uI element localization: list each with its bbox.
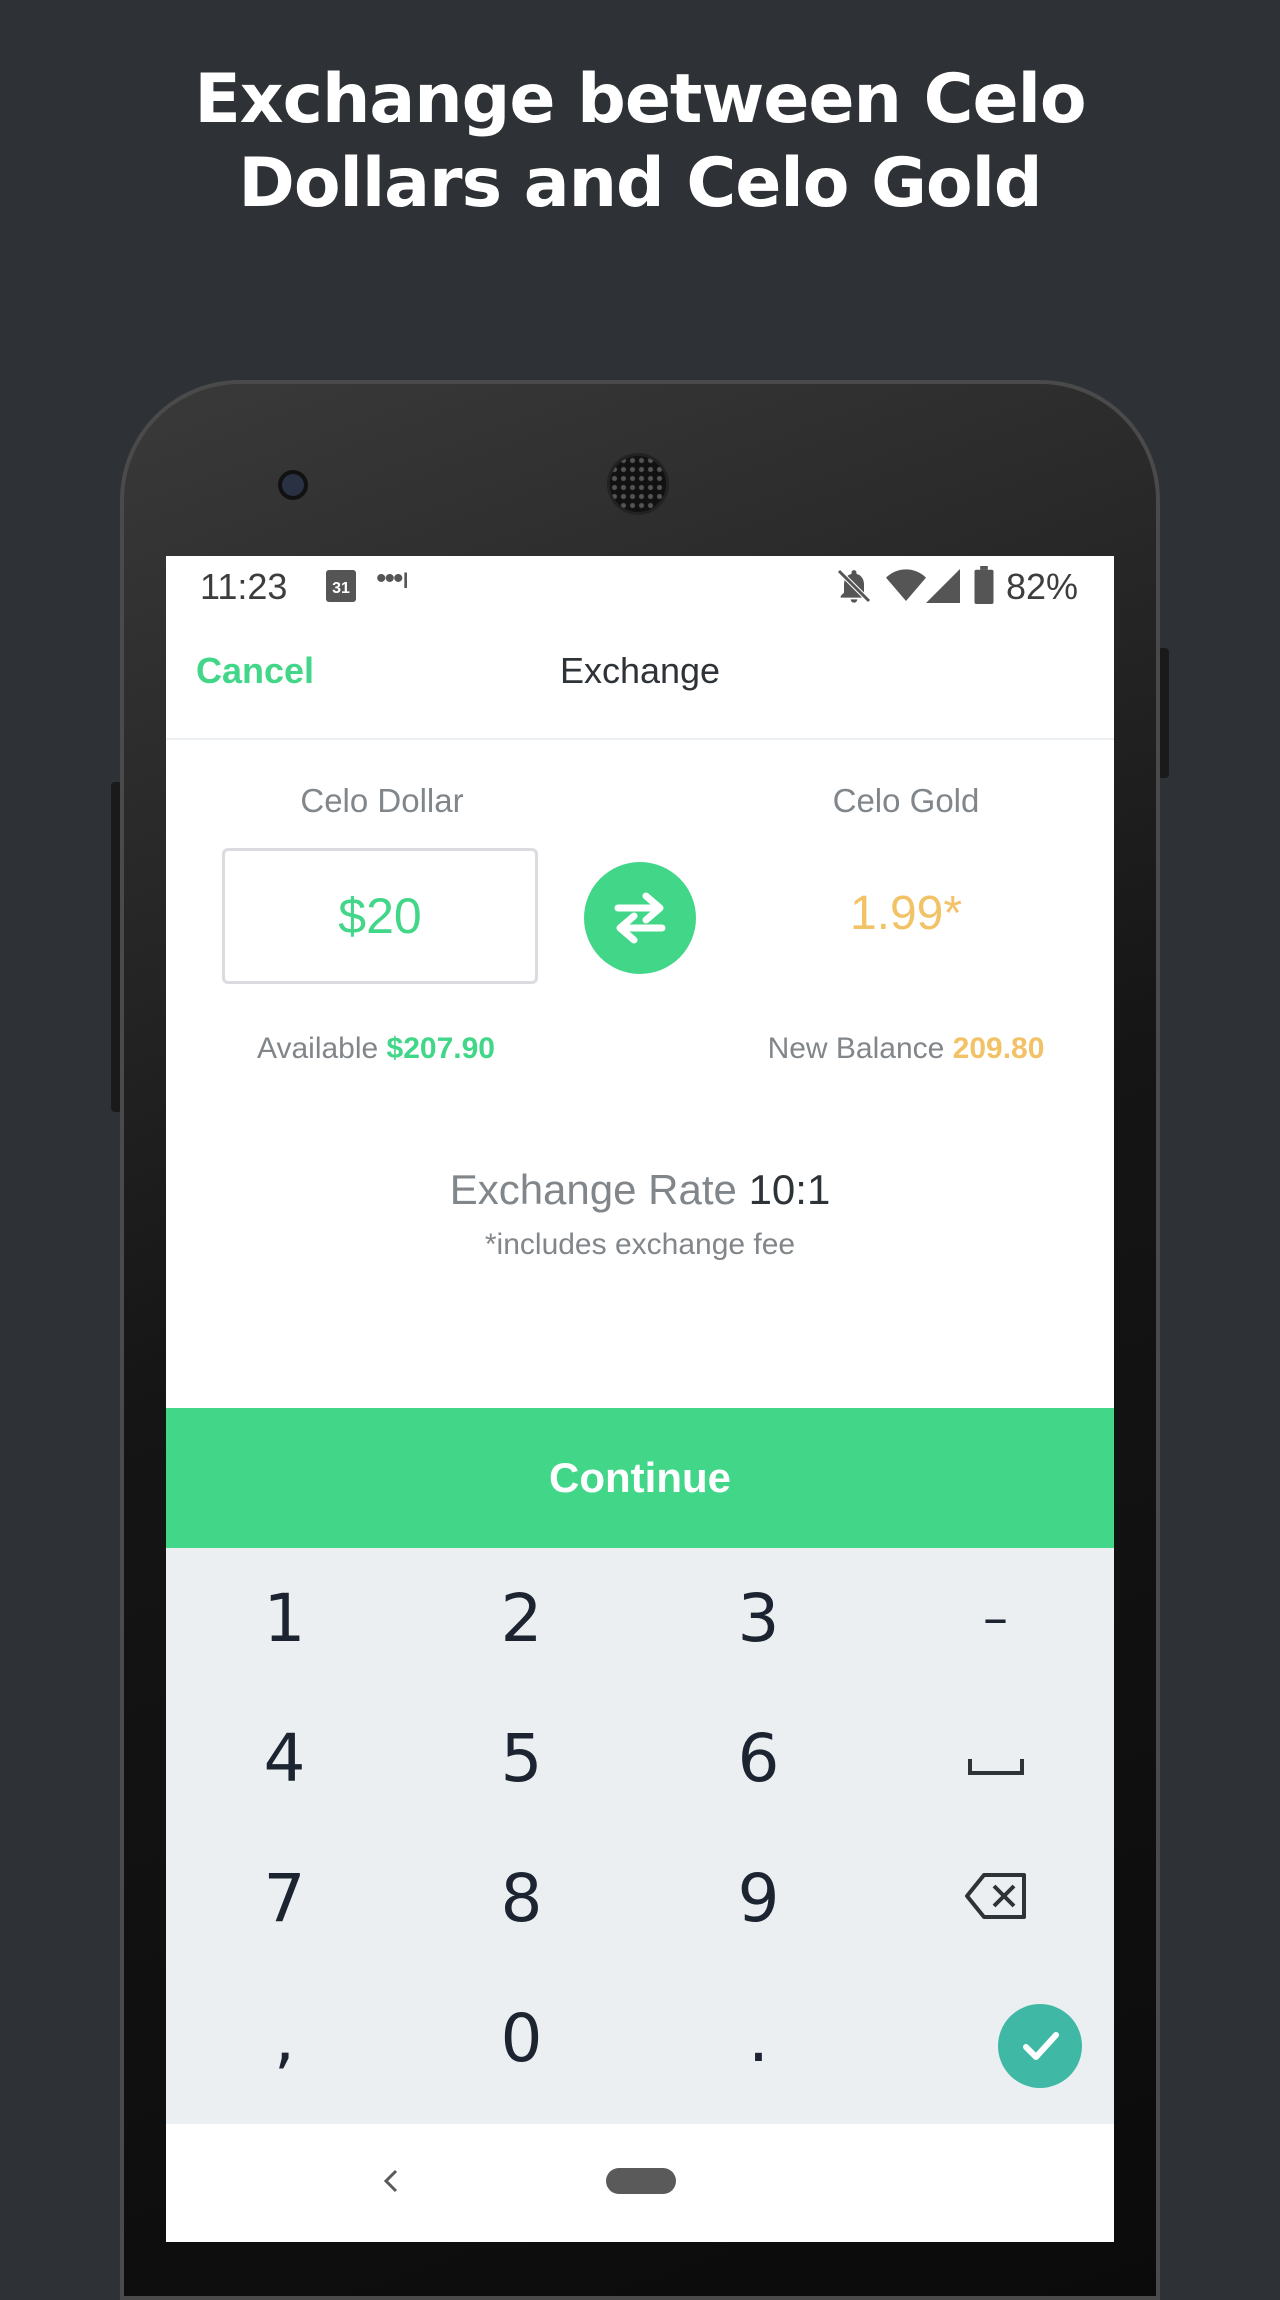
exchange-rate-label: Exchange Rate bbox=[449, 1166, 737, 1213]
swap-arrows-icon bbox=[614, 892, 666, 944]
from-currency-label: Celo Dollar bbox=[300, 782, 464, 819]
space-icon bbox=[967, 1758, 1024, 1775]
wifi-icon bbox=[886, 569, 926, 601]
more-dots-icon: •••ı bbox=[376, 562, 410, 595]
new-balance: New Balance 209.80 bbox=[726, 1032, 1086, 1066]
exchange-rate-value: 10:1 bbox=[748, 1166, 831, 1213]
key-2[interactable]: 2 bbox=[403, 1548, 640, 1688]
calendar-icon: 31 bbox=[326, 570, 356, 602]
available-label: Available bbox=[257, 1032, 379, 1065]
amount-input[interactable]: $20 bbox=[222, 848, 538, 984]
headline: Exchange between Celo Dollars and Celo G… bbox=[0, 58, 1280, 226]
signal-icon bbox=[926, 569, 960, 603]
key-4[interactable]: 4 bbox=[166, 1688, 403, 1828]
key-backspace[interactable] bbox=[877, 1828, 1114, 1968]
front-camera bbox=[282, 474, 304, 496]
swap-currencies-button[interactable] bbox=[584, 862, 696, 974]
phone-power-button bbox=[1159, 648, 1169, 778]
back-nav-button[interactable] bbox=[362, 2152, 422, 2212]
battery-percentage: 82% bbox=[1006, 566, 1079, 607]
top-bar: Exchange Cancel bbox=[166, 616, 1114, 740]
system-navigation-bar bbox=[166, 2124, 1114, 2242]
status-bar: 11:23 31 •••ı 82% bbox=[166, 556, 1114, 616]
key-1[interactable]: 1 bbox=[166, 1548, 403, 1688]
key-minus[interactable]: – bbox=[877, 1548, 1114, 1688]
home-pill-icon[interactable] bbox=[606, 2168, 676, 2194]
headline-line-1: Exchange between Celo bbox=[194, 60, 1086, 139]
key-space[interactable] bbox=[877, 1688, 1114, 1828]
status-time: 11:23 bbox=[200, 566, 288, 607]
key-6[interactable]: 6 bbox=[640, 1688, 877, 1828]
key-0[interactable]: 0 bbox=[403, 1968, 640, 2108]
headline-line-2: Dollars and Celo Gold bbox=[238, 144, 1042, 223]
key-7[interactable]: 7 bbox=[166, 1828, 403, 1968]
numeric-keypad: 1 2 3 – 4 5 6 7 8 9 , 0 . bbox=[166, 1548, 1114, 2124]
converted-amount: 1.99* bbox=[849, 887, 963, 940]
new-balance-label: New Balance bbox=[767, 1032, 945, 1065]
bell-off-icon bbox=[837, 569, 871, 603]
key-comma[interactable]: , bbox=[166, 1968, 403, 2108]
key-5[interactable]: 5 bbox=[403, 1688, 640, 1828]
confirm-key-button[interactable] bbox=[998, 2004, 1082, 2088]
key-9[interactable]: 9 bbox=[640, 1828, 877, 1968]
key-8[interactable]: 8 bbox=[403, 1828, 640, 1968]
new-balance-value: 209.80 bbox=[952, 1032, 1045, 1065]
available-value: $207.90 bbox=[386, 1032, 495, 1065]
back-nav-icon bbox=[383, 2169, 398, 2192]
check-icon bbox=[1023, 2032, 1059, 2060]
cancel-button[interactable]: Cancel bbox=[196, 650, 314, 692]
fee-note: *includes exchange fee bbox=[484, 1228, 796, 1261]
to-currency-label: Celo Gold bbox=[832, 782, 980, 819]
earpiece-speaker bbox=[610, 456, 666, 512]
phone-screen: 11:23 31 •••ı 82% Exchange Cancel Celo D… bbox=[166, 556, 1114, 2242]
continue-button[interactable]: Continue bbox=[166, 1408, 1114, 1548]
available-balance: Available $207.90 bbox=[206, 1032, 546, 1066]
key-3[interactable]: 3 bbox=[640, 1548, 877, 1688]
battery-icon bbox=[974, 566, 994, 604]
exchange-rate: Exchange Rate 10:1 bbox=[166, 1166, 1114, 1214]
backspace-icon bbox=[964, 1872, 1026, 1919]
key-period[interactable]: . bbox=[640, 1968, 877, 2108]
